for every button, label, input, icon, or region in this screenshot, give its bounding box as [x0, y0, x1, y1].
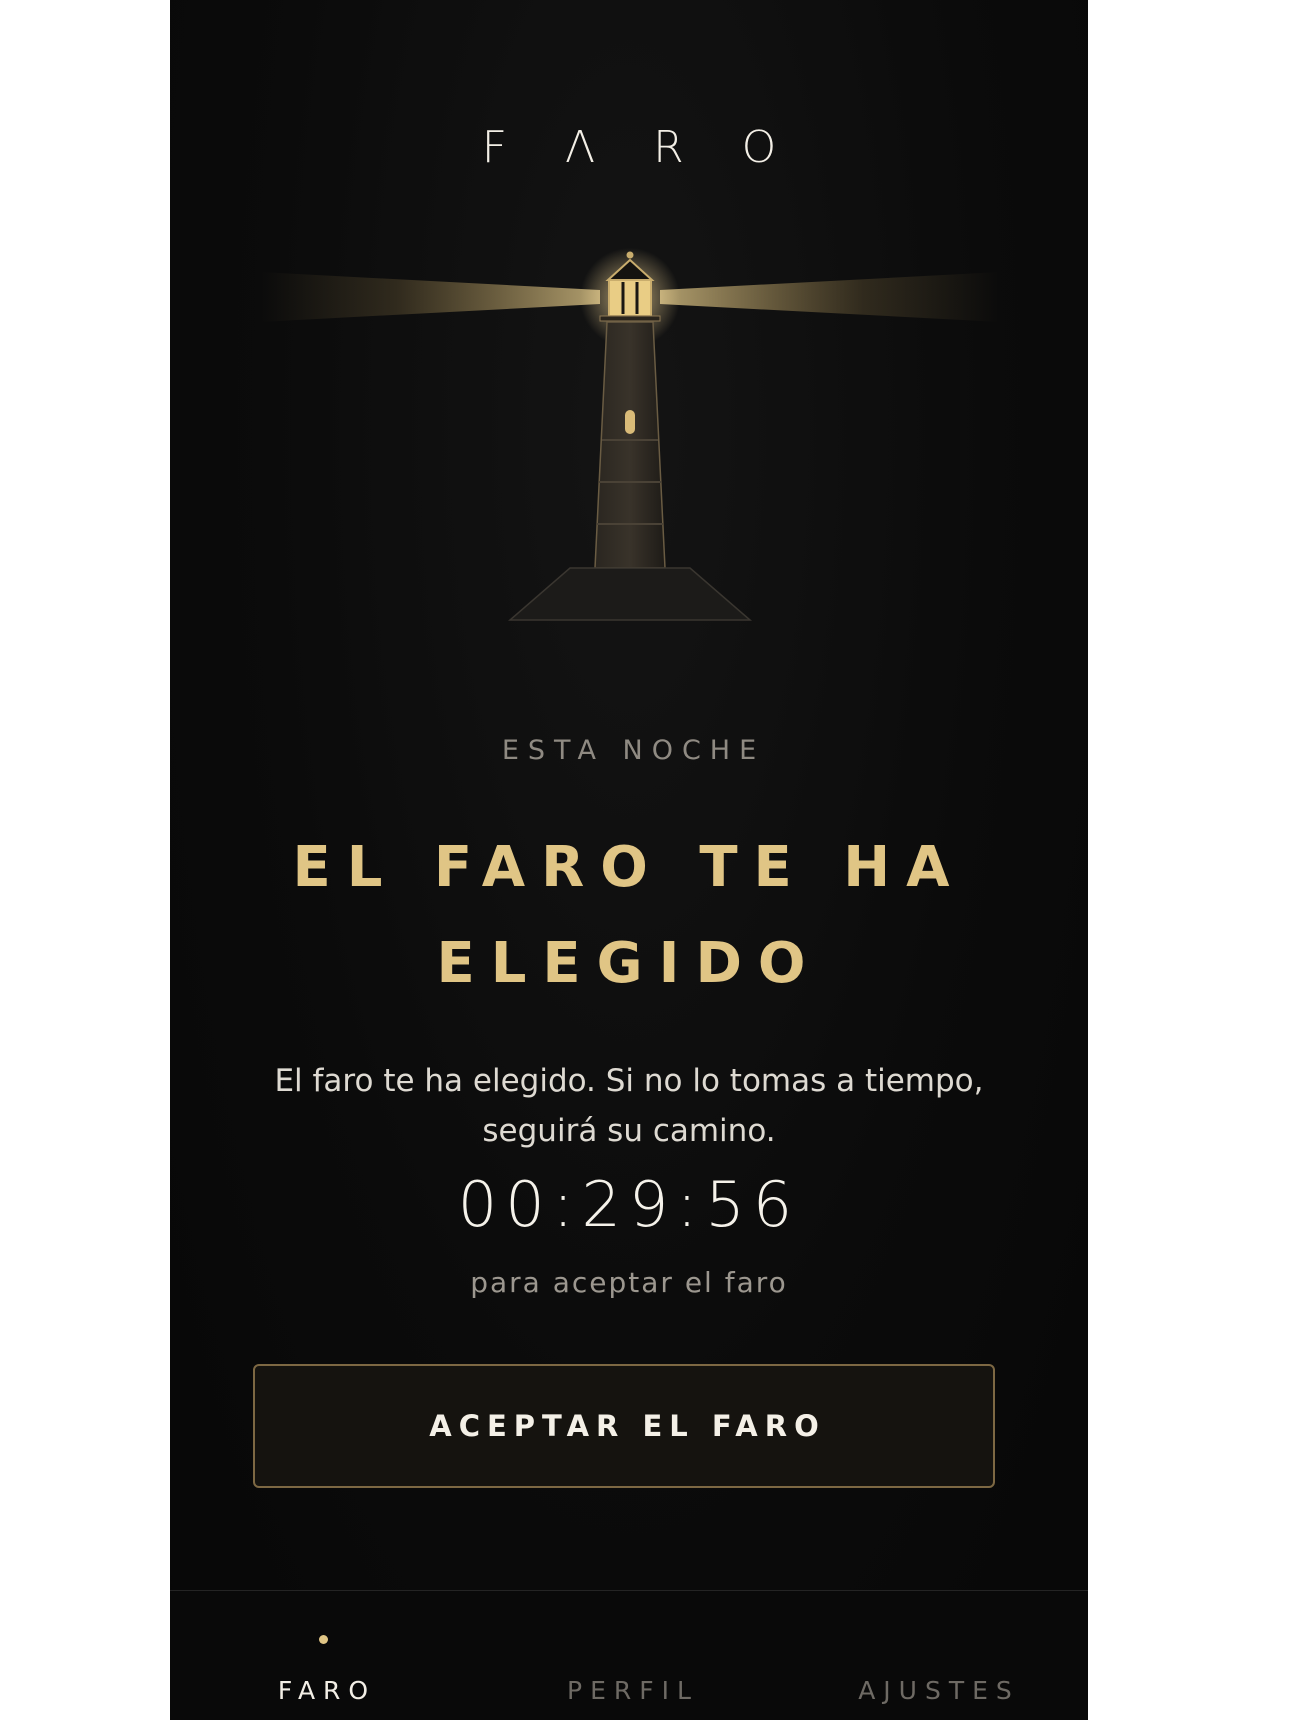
countdown-timer: 00:29:56 [457, 1168, 801, 1241]
accept-button-label: ACEPTAR EL FARO [429, 1409, 826, 1443]
tab-label: FARO [277, 1676, 377, 1705]
countdown-caption: para aceptar el faro [470, 1266, 788, 1299]
app-screen: F Λ R O ESTA NOCHE EL FARO TE HA ELEGIDO… [170, 0, 1088, 1720]
tab-label: AJUSTES [858, 1676, 1020, 1705]
app-logo: F Λ R O [481, 122, 799, 173]
lighthouse-icon [260, 248, 1000, 621]
tab-ajustes[interactable]: AJUSTES [782, 1591, 1088, 1720]
bottom-tab-bar: FARO PERFIL AJUSTES [170, 1590, 1088, 1720]
description-text: El faro te ha elegido. Si no lo tomas a … [274, 1063, 984, 1149]
tab-faro[interactable]: FARO [170, 1591, 476, 1720]
accept-button[interactable]: ACEPTAR EL FARO [253, 1364, 995, 1488]
dot-icon [318, 1635, 328, 1644]
tab-label: PERFIL [567, 1676, 699, 1705]
page-title: EL FARO TE HA ELEGIDO [292, 835, 966, 996]
tab-perfil[interactable]: PERFIL [476, 1591, 782, 1720]
eyebrow-label: ESTA NOCHE [501, 735, 766, 766]
